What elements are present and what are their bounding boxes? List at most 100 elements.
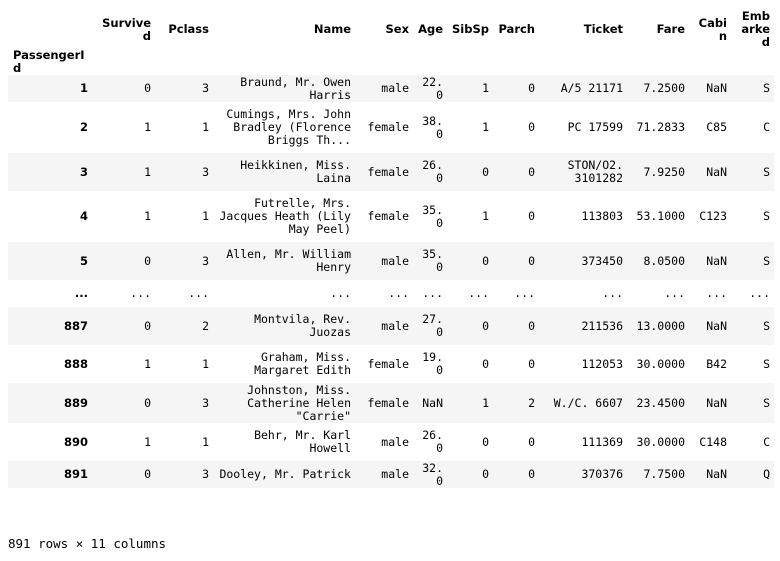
table-cell: W./C. 6607 — [553, 395, 623, 410]
table-cell: male — [381, 81, 409, 95]
table-cell: male — [381, 434, 409, 449]
table-cell: 35.0 — [422, 202, 443, 230]
table-cell: 1 — [144, 434, 151, 449]
table-cell: 0 — [144, 467, 151, 481]
row-index-cell: 1 — [79, 81, 88, 95]
table-cell: 1 — [482, 395, 489, 410]
table-cell: male — [381, 253, 409, 268]
column-header: Embarked — [741, 10, 770, 49]
table-cell: 0 — [482, 164, 489, 179]
table-cell: 1 — [482, 81, 489, 95]
table-cell: 373450 — [581, 253, 623, 268]
table-cell: S — [763, 209, 770, 223]
table-cell: female — [367, 120, 409, 134]
table-cell: Allen, Mr. William Henry — [226, 247, 351, 274]
row-index-cell: 887 — [63, 318, 88, 333]
table-cell: 38.0 — [422, 113, 443, 141]
table-cell: 0 — [144, 81, 151, 95]
row-index-cell: 889 — [63, 395, 88, 410]
column-header-row: Survived Pclass Name Sex Age SibSp Parch… — [8, 10, 774, 49]
table-cell: 0 — [528, 164, 535, 179]
table-cell: 71.2833 — [636, 120, 685, 134]
table-cell: STON/O2. 3101282 — [567, 158, 623, 185]
table-cell: A/5 21171 — [560, 81, 623, 95]
table-cell: 1 — [202, 209, 209, 223]
table-cell: ... — [330, 286, 351, 300]
table-cell: 26.0 — [422, 158, 443, 185]
header-corner — [8, 10, 92, 49]
row-index-cell: 3 — [79, 164, 88, 179]
table-cell: 7.7500 — [643, 467, 685, 481]
table-row: 1 0 3 Braund, Mr. Owen Harris male 22.0 1 0 A/5 … — [8, 75, 774, 102]
table-cell: S — [763, 318, 770, 333]
table-cell: NaN — [706, 253, 727, 268]
table-cell: PC 17599 — [567, 120, 623, 134]
table-cell: ... — [468, 286, 489, 300]
table-cell: Q — [763, 467, 770, 481]
table-cell: 370376 — [581, 467, 623, 481]
table-cell: 0 — [482, 253, 489, 268]
table-cell: female — [367, 395, 409, 410]
table-cell: 32.0 — [422, 461, 443, 488]
table-body: 1 0 3 Braund, Mr. Owen Harris male 22.0 1 0 A/5 … — [8, 75, 774, 488]
table-cell: S — [763, 395, 770, 410]
table-cell: female — [367, 209, 409, 223]
dataframe-shape-text: 891 rows × 11 columns — [8, 536, 167, 551]
table-row: 891 0 3 Dooley, Mr. Patrick male 32.0 0 0 370376… — [8, 461, 774, 488]
table-cell: 53.1000 — [636, 209, 685, 223]
column-header: Parch — [498, 22, 535, 36]
table-cell: 3 — [202, 253, 209, 268]
dataframe-output: Survived Pclass Name Sex Age SibSp Parch… — [8, 10, 774, 488]
row-index-cell: 890 — [63, 434, 88, 449]
table-cell: female — [367, 356, 409, 371]
column-header: Ticket — [583, 22, 623, 36]
table-cell: 7.2500 — [643, 81, 685, 95]
table-row: 887 0 2 Montvila, Rev. Juozas male 27.0 0 0 2115… — [8, 307, 774, 345]
table-cell: 0 — [144, 253, 151, 268]
table-cell: S — [763, 81, 770, 95]
table-cell: NaN — [706, 318, 727, 333]
table-cell: ... — [749, 286, 770, 300]
table-cell: 1 — [202, 434, 209, 449]
index-header-row: PassengerId — [8, 49, 774, 75]
table-row: 4 1 1 Futrelle, Mrs. Jacques Heath (Lily Ma… — [8, 191, 774, 242]
table-cell: ... — [422, 286, 443, 300]
table-cell: NaN — [422, 395, 443, 410]
column-header: Sex — [385, 22, 410, 36]
table-cell: 1 — [144, 356, 151, 371]
table-cell: NaN — [706, 81, 727, 95]
table-cell: ... — [664, 286, 685, 300]
table-cell: 0 — [528, 467, 535, 481]
column-header: Age — [418, 22, 443, 36]
table-cell: 22.0 — [422, 75, 443, 102]
table-cell: 30.0000 — [636, 434, 685, 449]
table-cell: Dooley, Mr. Patrick — [219, 467, 351, 481]
table-cell: 8.0500 — [643, 253, 685, 268]
table-cell: C123 — [699, 209, 727, 223]
table-cell: NaN — [706, 395, 727, 410]
table-cell: 3 — [202, 395, 209, 410]
row-index-cell: 4 — [79, 209, 88, 223]
row-index-cell: 2 — [79, 120, 88, 134]
table-cell: Braund, Mr. Owen Harris — [240, 75, 351, 102]
table-cell: Johnston, Miss. Catherine Helen "Carrie" — [247, 383, 351, 423]
table-cell: 0 — [528, 434, 535, 449]
table-cell: B42 — [706, 356, 727, 371]
column-header: Pclass — [168, 22, 209, 36]
table-cell: Heikkinen, Miss. Laina — [240, 158, 351, 185]
row-index-cell: ... — [74, 286, 88, 300]
table-cell: 23.4500 — [636, 395, 685, 410]
table-cell: 30.0000 — [636, 356, 685, 371]
table-row: 888 1 1 Graham, Miss. Margaret Edith female 1… — [8, 345, 774, 383]
table-cell: C148 — [699, 434, 727, 449]
table-cell: S — [763, 253, 770, 268]
table-cell: NaN — [706, 467, 727, 481]
table-cell: 111369 — [581, 434, 623, 449]
table-cell: 112053 — [581, 356, 623, 371]
table-cell: ... — [130, 286, 151, 300]
table-cell: 3 — [202, 467, 209, 481]
table-row: 5 0 3 Allen, Mr. William Henry male 35.0 0 0 373… — [8, 242, 774, 280]
table-cell: 35.0 — [422, 247, 443, 274]
table-cell: 1 — [144, 209, 151, 223]
table-cell: Graham, Miss. Margaret Edith — [254, 350, 351, 377]
